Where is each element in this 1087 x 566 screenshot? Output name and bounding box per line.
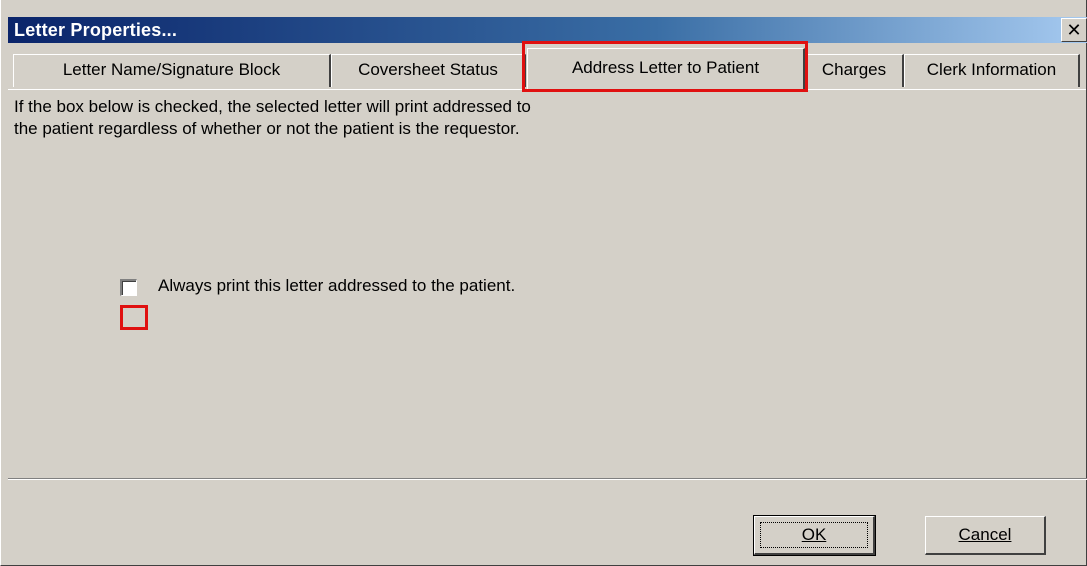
cancel-button-label: Cancel xyxy=(958,525,1012,544)
close-icon[interactable]: ✕ xyxy=(1061,18,1087,42)
active-tab-highlight xyxy=(522,41,808,92)
description-line-1: If the box below is checked, the selecte… xyxy=(14,97,531,116)
description-line-2: the patient regardless of whether or not… xyxy=(14,119,520,138)
tab-letter-name-signature-block[interactable]: Letter Name/Signature Block xyxy=(13,54,331,87)
title-bar[interactable]: Letter Properties... ✕ xyxy=(8,17,1087,43)
tab-clerk-information[interactable]: Clerk Information xyxy=(904,54,1080,87)
always-print-checkbox[interactable] xyxy=(120,279,137,296)
checkbox-label[interactable]: Always print this letter addressed to th… xyxy=(158,276,515,296)
letter-properties-dialog: Letter Properties... ✕ Letter Name/Signa… xyxy=(0,0,1087,566)
ok-button[interactable]: OK xyxy=(753,515,876,556)
cancel-button[interactable]: Cancel xyxy=(925,516,1046,555)
tab-charges[interactable]: Charges xyxy=(805,54,904,87)
footer-separator xyxy=(8,478,1087,480)
ok-button-label: OK xyxy=(801,525,827,544)
tab-coversheet-status[interactable]: Coversheet Status xyxy=(331,54,526,87)
description-text: If the box below is checked, the selecte… xyxy=(14,96,531,140)
checkbox-highlight-marker xyxy=(120,305,148,330)
window-title: Letter Properties... xyxy=(14,20,178,40)
